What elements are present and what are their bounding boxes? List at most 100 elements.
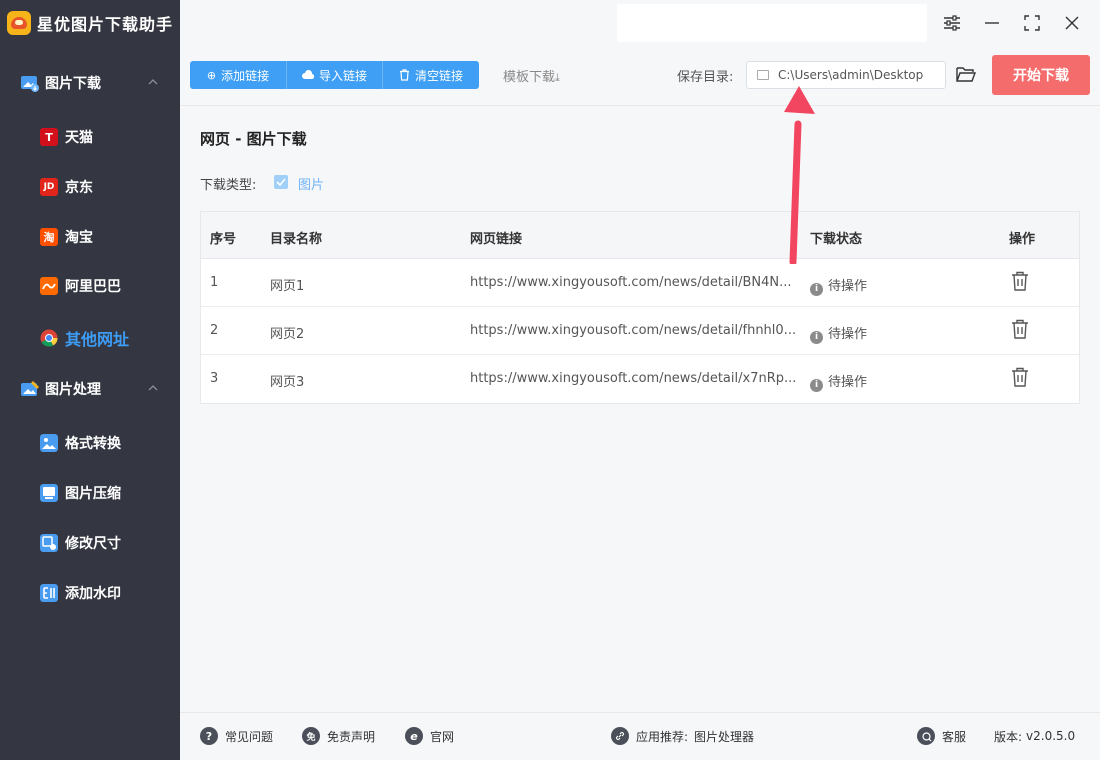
row-status: i 待操作 — [810, 275, 867, 296]
disclaimer-link[interactable]: 免 免责声明 — [302, 726, 375, 746]
save-dir-label: 保存目录: — [677, 70, 734, 85]
toolbar-divider — [180, 105, 1100, 106]
info-icon: i — [810, 331, 823, 344]
trash-icon — [399, 69, 409, 81]
row-status: i 待操作 — [810, 371, 867, 392]
app-recommend[interactable]: 应用推荐: 图片处理器 — [611, 726, 754, 746]
disclaimer-icon: 免 — [302, 727, 320, 745]
page-title: 网页 - 图片下载 — [200, 130, 307, 148]
cloud-upload-icon — [302, 70, 314, 80]
delete-row-icon[interactable] — [1011, 319, 1029, 339]
app-title: 星优图片下载助手 — [7, 9, 173, 37]
template-download-label: 模板下载 — [503, 70, 556, 85]
title-search-box[interactable] — [617, 4, 927, 42]
sidebar-item-label: 阿里巴巴 — [65, 279, 121, 295]
open-folder-icon[interactable] — [955, 64, 977, 84]
support-label: 客服 — [942, 729, 967, 744]
sidebar-item-label: 添加水印 — [65, 586, 121, 602]
sidebar-item-label: 其他网址 — [65, 330, 130, 349]
row-link: https://www.xingyousoft.com/news/detail/… — [470, 371, 797, 386]
sidebar-item-watermark[interactable]: 添加水印 — [0, 575, 180, 611]
table-row[interactable]: 2 网页2 https://www.xingyousoft.com/news/d… — [201, 307, 1079, 355]
sidebar-item-resize[interactable]: 修改尺寸 — [0, 525, 180, 561]
question-icon: ? — [200, 727, 218, 745]
save-dir-value: C:\Users\admin\Desktop — [778, 68, 924, 82]
link-icon — [611, 727, 629, 745]
resize-icon — [40, 534, 58, 552]
version-info: 版本: v2.0.5.0 — [994, 726, 1075, 746]
sidebar-item-image-compress[interactable]: 图片压缩 — [0, 475, 180, 511]
minimize-icon[interactable] — [981, 12, 1003, 34]
sidebar-item-label: 格式转换 — [65, 436, 121, 452]
row-index: 2 — [210, 323, 219, 338]
row-link: https://www.xingyousoft.com/news/detail/… — [470, 275, 792, 290]
chevron-up-icon[interactable] — [148, 383, 158, 393]
row-dir-name: 网页3 — [270, 375, 305, 390]
group-label: 图片下载 — [45, 76, 101, 92]
faq-label: 常见问题 — [225, 729, 274, 744]
delete-row-icon[interactable] — [1011, 367, 1029, 387]
tmall-icon: T — [40, 128, 58, 146]
download-type-checkbox[interactable] — [274, 175, 288, 189]
row-index: 1 — [210, 275, 219, 290]
faq-link[interactable]: ? 常见问题 — [200, 726, 273, 746]
close-icon[interactable] — [1061, 12, 1083, 34]
row-dir-name: 网页1 — [270, 279, 305, 294]
row-status: i 待操作 — [810, 323, 867, 344]
watermark-icon — [40, 584, 58, 602]
import-link-label: 导入链接 — [318, 68, 367, 83]
row-link: https://www.xingyousoft.com/news/detail/… — [470, 323, 797, 338]
maximize-icon[interactable] — [1021, 12, 1043, 34]
save-dir-input[interactable]: C:\Users\admin\Desktop — [746, 61, 946, 89]
footer: ? 常见问题 免 免责声明 e 官网 应用推荐: 图片处理器 客服 版本: v2… — [180, 712, 1100, 760]
image-compress-icon — [40, 484, 58, 502]
image-process-icon — [21, 381, 39, 396]
table-row[interactable]: 1 网页1 https://www.xingyousoft.com/news/d… — [201, 259, 1079, 307]
group-image-process[interactable]: 图片处理 — [0, 371, 180, 407]
app-name: 星优图片下载助手 — [37, 15, 174, 34]
check-icon — [276, 178, 286, 186]
download-type-label: 下载类型: — [200, 178, 257, 193]
recommend-app[interactable]: 图片处理器 — [694, 728, 754, 745]
status-text: 待操作 — [828, 375, 868, 390]
plus-circle-icon: ⊕ — [206, 68, 217, 82]
delete-row-icon[interactable] — [1011, 271, 1029, 291]
header-link: 网页链接 — [470, 232, 523, 247]
website-link[interactable]: e 官网 — [405, 726, 454, 746]
chevron-up-icon[interactable] — [148, 77, 158, 87]
settings-sliders-icon[interactable] — [941, 12, 963, 34]
add-link-label: 添加链接 — [221, 68, 270, 83]
ie-icon: e — [405, 727, 423, 745]
download-type-value[interactable]: 图片 — [298, 174, 324, 193]
status-text: 待操作 — [828, 327, 868, 342]
headset-icon — [917, 727, 935, 745]
start-download-button[interactable]: 开始下载 — [992, 55, 1090, 95]
table-header: 序号 目录名称 网页链接 下载状态 操作 — [201, 212, 1079, 259]
template-download-link[interactable]: 模板下载⤓ — [503, 66, 560, 85]
clear-link-button[interactable]: 清空链接 — [383, 61, 479, 89]
header-index: 序号 — [210, 232, 237, 247]
disclaimer-label: 免责声明 — [327, 729, 376, 744]
info-icon: i — [810, 283, 823, 296]
info-icon: i — [810, 379, 823, 392]
sidebar-item-label: 京东 — [65, 180, 93, 196]
annotation-arrow — [784, 86, 815, 264]
sidebar-item-format-convert[interactable]: 格式转换 — [0, 425, 180, 461]
format-convert-icon — [40, 434, 58, 452]
support-link[interactable]: 客服 — [917, 726, 966, 746]
add-link-button[interactable]: ⊕ 添加链接 — [190, 61, 287, 89]
sidebar-item-label: 图片压缩 — [65, 486, 121, 502]
taobao-icon: 淘 — [40, 228, 58, 246]
sidebar-item-alibaba[interactable]: 阿里巴巴 — [0, 268, 180, 304]
table-row[interactable]: 3 网页3 https://www.xingyousoft.com/news/d… — [201, 355, 1079, 403]
sidebar: 星优图片下载助手 图片下载 T 天猫 JD 京东 淘 淘宝 阿里巴巴 其他网址 … — [0, 0, 180, 760]
sidebar-item-taobao[interactable]: 淘 淘宝 — [0, 219, 180, 255]
group-image-download[interactable]: 图片下载 — [0, 65, 180, 101]
link-table: 序号 目录名称 网页链接 下载状态 操作 1 网页1 https://www.x… — [200, 211, 1080, 404]
sidebar-item-label: 修改尺寸 — [65, 536, 121, 552]
sidebar-item-other-sites[interactable]: 其他网址 — [0, 320, 180, 356]
alibaba-icon — [40, 277, 58, 295]
import-link-button[interactable]: 导入链接 — [287, 61, 383, 89]
sidebar-item-tmall[interactable]: T 天猫 — [0, 119, 180, 155]
sidebar-item-jd[interactable]: JD 京东 — [0, 169, 180, 205]
